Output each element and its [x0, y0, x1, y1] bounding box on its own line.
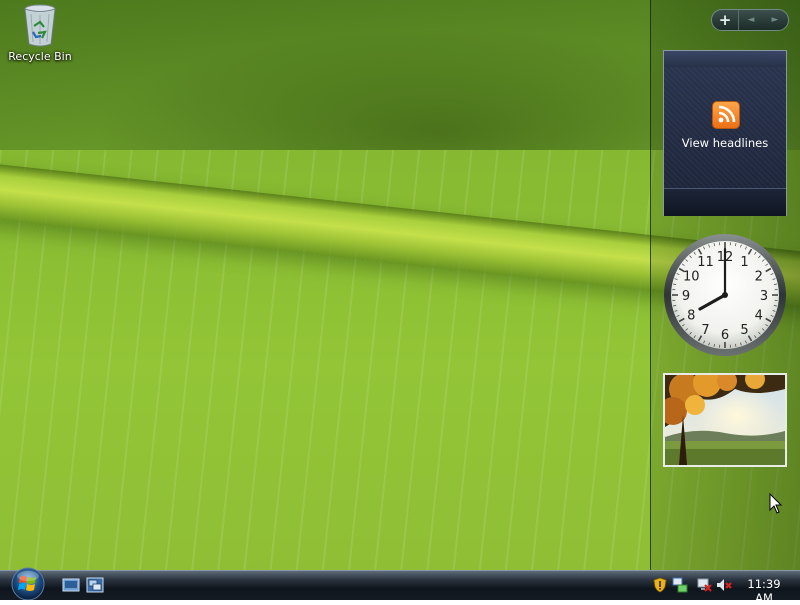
next-page-button[interactable]: ►	[763, 10, 787, 30]
clock-numeral: 1	[740, 255, 748, 270]
clock-numeral: 6	[721, 328, 729, 343]
recycle-bin-icon	[20, 2, 60, 48]
rss-icon	[712, 101, 740, 129]
taskbar-clock[interactable]: 11:39 AM	[737, 577, 791, 605]
desktop[interactable]: Recycle Bin + ◄ ► View headlines	[0, 0, 800, 570]
clock-numeral: 7	[701, 323, 709, 338]
clock-numeral: 10	[683, 270, 700, 285]
clock-numeral: 5	[740, 323, 748, 338]
clock-numeral: 4	[755, 309, 763, 324]
view-headlines-label[interactable]: View headlines	[664, 136, 786, 150]
mouse-pointer-icon	[769, 493, 783, 515]
volume-muted-icon[interactable]	[716, 577, 732, 593]
start-button[interactable]	[6, 564, 52, 600]
add-gadget-button[interactable]: +	[712, 10, 739, 30]
slideshow-photo	[665, 375, 785, 465]
sidebar-controls: + ◄ ►	[711, 9, 789, 31]
clock-numeral: 3	[760, 289, 768, 304]
clock-gadget[interactable]: 121234567891011	[663, 233, 787, 357]
recycle-bin-label: Recycle Bin	[4, 50, 76, 63]
clock-numeral: 9	[682, 289, 690, 304]
feed-gadget-header	[664, 51, 786, 67]
feed-headlines-gadget[interactable]: View headlines	[663, 50, 787, 216]
previous-page-button[interactable]: ◄	[739, 10, 763, 30]
switch-windows-icon[interactable]	[86, 577, 104, 593]
shield-warning-icon[interactable]	[652, 577, 668, 593]
show-desktop-icon[interactable]	[62, 577, 80, 593]
feed-gadget-footer	[664, 188, 786, 216]
recycle-bin-shortcut[interactable]: Recycle Bin	[4, 2, 76, 72]
network-icon[interactable]	[672, 577, 688, 593]
network-disconnected-icon[interactable]	[696, 577, 712, 593]
clock-numeral: 8	[687, 309, 695, 324]
clock-center-pin	[722, 292, 728, 298]
clock-numeral: 2	[755, 270, 763, 285]
quick-launch-bar	[62, 577, 110, 595]
slideshow-gadget[interactable]	[663, 373, 787, 467]
clock-numeral: 11	[697, 255, 714, 270]
